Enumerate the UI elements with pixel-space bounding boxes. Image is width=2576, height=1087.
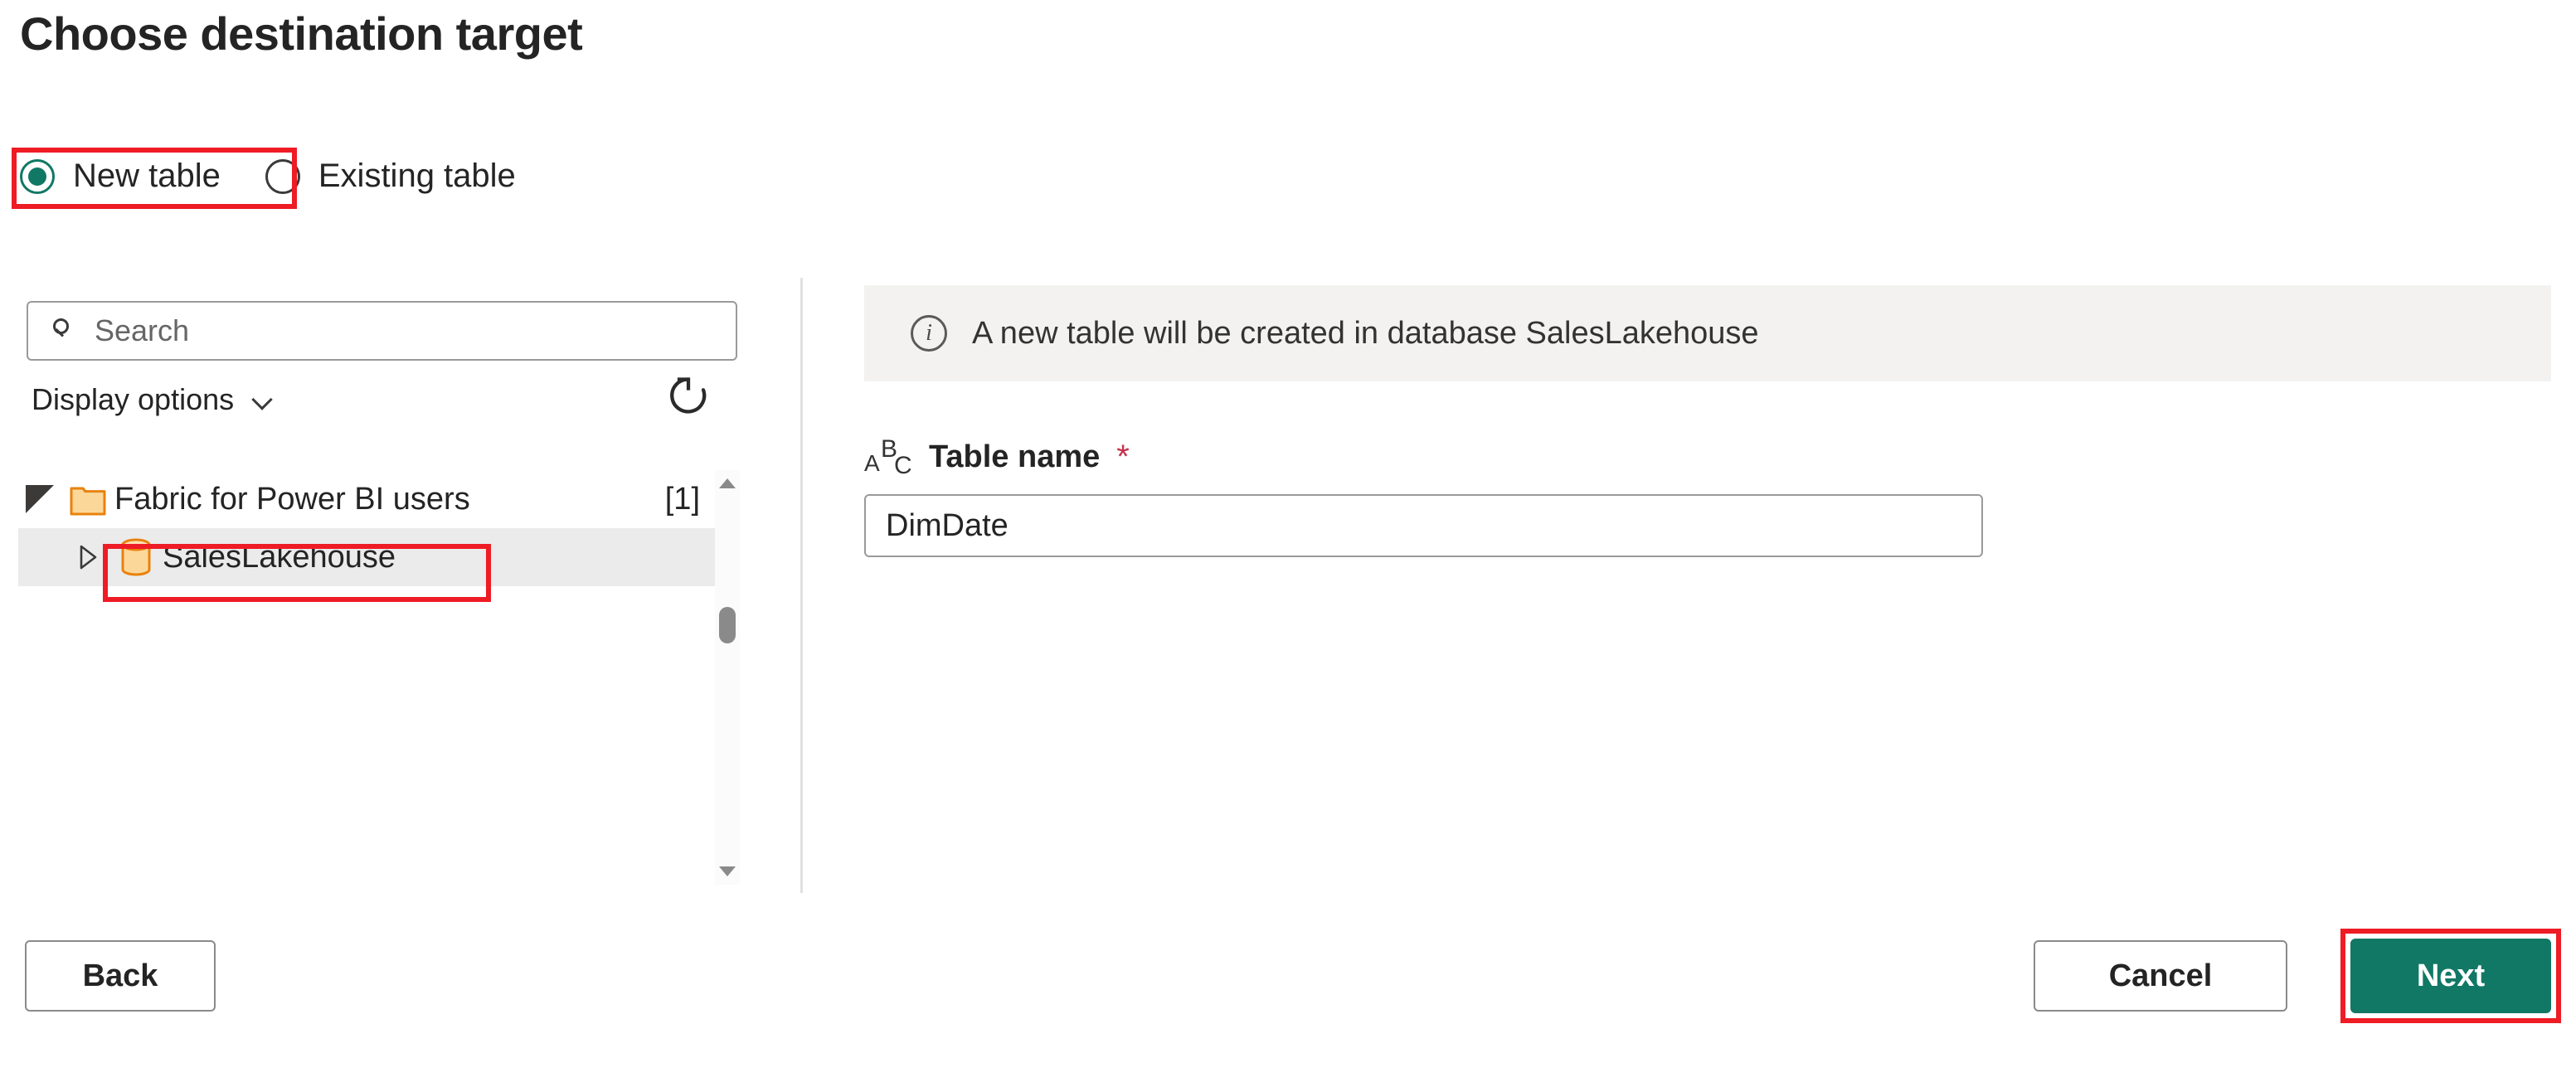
tree-item-label: SalesLakehouse	[163, 539, 396, 575]
display-options-label: Display options	[32, 382, 235, 416]
radio-button-existing-table-icon[interactable]	[265, 158, 300, 194]
table-name-label: Table name	[929, 439, 1101, 474]
refresh-icon	[670, 377, 707, 414]
info-icon: i	[911, 315, 947, 352]
scrollbar-thumb[interactable]	[719, 607, 736, 643]
chevron-down-icon	[252, 392, 277, 407]
radio-option-new-table[interactable]: New table	[20, 158, 221, 195]
radio-option-existing-table[interactable]: Existing table	[265, 158, 516, 195]
display-options-button[interactable]: Display options	[32, 382, 277, 417]
search-placeholder: Search	[95, 313, 190, 347]
cancel-button[interactable]: Cancel	[2034, 940, 2287, 1012]
back-button[interactable]: Back	[25, 940, 216, 1012]
tree-row[interactable]: Fabric for Power BI users [1]	[18, 470, 715, 528]
next-button[interactable]: Next	[2350, 939, 2551, 1013]
radio-label-new-table: New table	[73, 158, 221, 194]
abc-text-type-icon: ABC	[864, 435, 912, 479]
folder-icon	[61, 481, 114, 517]
table-name-label-row: ABC Table name *	[864, 435, 1130, 479]
info-banner: i A new table will be created in databas…	[864, 285, 2551, 381]
tree-item-count: [1]	[664, 481, 700, 517]
navigator-tree[interactable]: Fabric for Power BI users [1] SalesLakeh…	[18, 470, 715, 885]
table-name-input[interactable]: DimDate	[864, 494, 1983, 557]
radio-label-existing-table: Existing table	[318, 158, 516, 194]
refresh-button[interactable]	[663, 371, 713, 420]
tree-scrollbar[interactable]	[715, 470, 740, 885]
radio-button-new-table-icon[interactable]	[20, 158, 55, 194]
navigator-panel: Search Display options Fabric for Power …	[0, 294, 755, 891]
required-marker: *	[1116, 439, 1130, 475]
expand-collapse-closed-icon[interactable]	[66, 545, 109, 570]
search-icon	[50, 317, 78, 345]
destination-mode-radio-group: New table Existing table	[20, 158, 516, 195]
tree-row[interactable]: SalesLakehouse	[18, 528, 715, 586]
search-input[interactable]: Search	[27, 301, 737, 361]
scroll-up-arrow-icon[interactable]	[719, 478, 736, 488]
tree-item-label: Fabric for Power BI users	[114, 481, 470, 517]
expand-collapse-open-icon[interactable]	[18, 485, 61, 513]
panel-divider	[800, 278, 803, 893]
page-title: Choose destination target	[20, 7, 583, 60]
scroll-down-arrow-icon[interactable]	[719, 866, 736, 876]
info-banner-text: A new table will be created in database …	[972, 315, 1759, 351]
database-icon	[109, 536, 163, 579]
